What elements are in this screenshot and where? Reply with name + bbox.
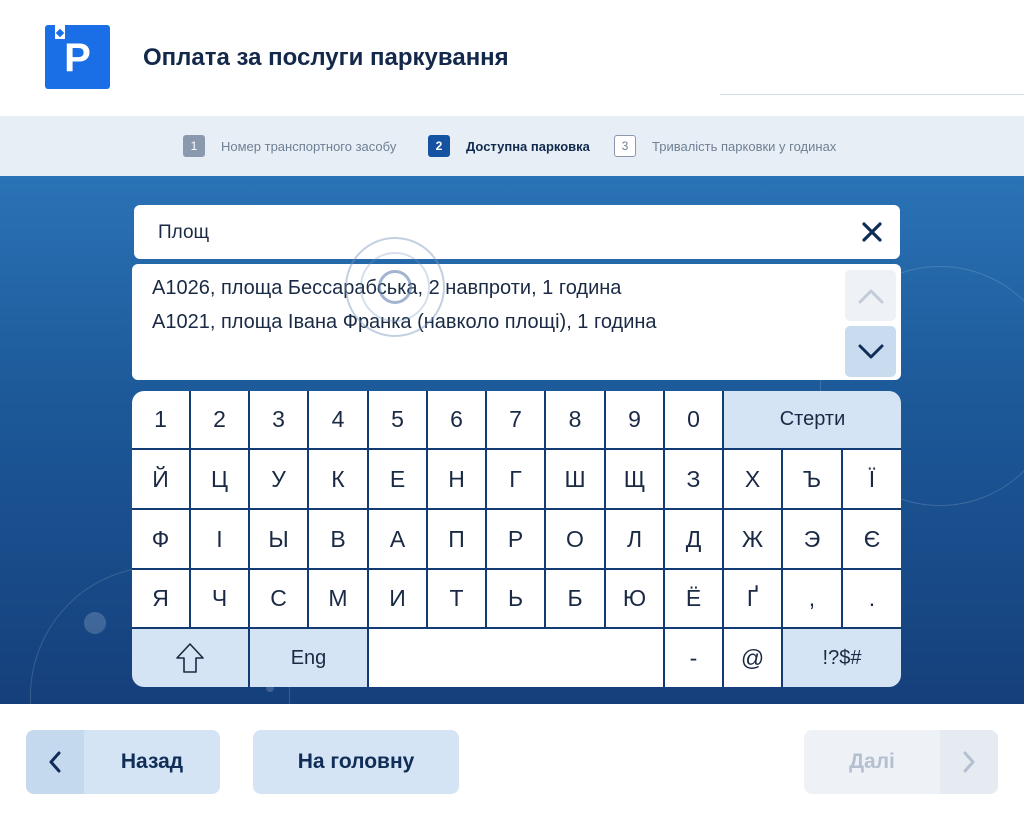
key-letter[interactable]: І [191,510,248,568]
key-letter[interactable]: Й [132,450,189,508]
back-label: Назад [120,750,184,773]
key-letter[interactable]: М [309,570,367,627]
key-letter[interactable]: Л [606,510,663,568]
key-letter[interactable]: Ц [191,450,248,508]
back-chevron [26,730,84,794]
space-key[interactable] [369,629,663,687]
key-letter[interactable]: П [428,510,485,568]
results-list: А1026, площа Бессарабська, 2 навпроти, 1… [132,237,901,380]
step-1: 1 Номер транспортного засобу [183,134,396,158]
key-letter[interactable]: К [309,450,367,508]
divider [720,94,1024,95]
key-letter[interactable]: Г [487,450,544,508]
key-letter[interactable]: Х [724,450,781,508]
close-icon-svg [862,222,882,242]
key-letter[interactable]: В [309,510,367,568]
key-0[interactable]: 0 [665,391,722,448]
key-letter[interactable]: И [369,570,426,627]
shift-icon [176,643,204,673]
key-letter[interactable]: О [546,510,604,568]
key-letter[interactable]: Е [369,450,426,508]
key-letter[interactable]: Э [783,510,841,568]
key-letter[interactable]: С [250,570,307,627]
step-progress: 1 Номер транспортного засобу 2 Доступна … [0,116,1024,176]
scroll-up-button[interactable] [845,270,896,321]
chevron-left-icon [49,751,61,773]
key-letter[interactable]: Б [546,570,604,627]
key-6[interactable]: 6 [428,391,485,448]
shift-key[interactable] [132,629,248,687]
key-letter[interactable]: Н [428,450,485,508]
step-3: 3 Тривалість парковки у годинах [614,134,836,158]
header: P Оплата за послуги паркування [0,0,1024,116]
logo-letter: P [64,36,91,80]
key-letter[interactable]: Ж [724,510,781,568]
key-letter[interactable]: Ч [191,570,248,627]
chevron-right-icon [963,751,975,773]
symbols-key[interactable]: !?$# [783,629,901,687]
language-key[interactable]: Eng [250,629,367,687]
back-button[interactable]: Назад [26,730,220,794]
key-letter[interactable]: Ы [250,510,307,568]
key-1[interactable]: 1 [132,391,189,448]
key-period[interactable]: . [843,570,901,627]
step-2-number: 2 [428,135,450,157]
key-letter[interactable]: Ґ [724,570,781,627]
touch-indicator [378,270,412,304]
chevron-up-icon [858,289,883,303]
on-screen-keyboard: 1 2 3 4 5 6 7 8 9 0 Стерти Й Ц У К Е Н Г… [132,391,901,687]
parking-logo: P [45,25,110,89]
key-letter[interactable]: Є [843,510,901,568]
step-2: 2 Доступна парковка [428,134,590,158]
step-3-number: 3 [614,135,636,157]
step-3-label: Тривалість парковки у годинах [652,138,837,154]
key-comma[interactable]: , [783,570,841,627]
key-letter[interactable]: У [250,450,307,508]
key-letter[interactable]: Щ [606,450,663,508]
search-value: Площ [158,222,210,243]
key-dash[interactable]: - [665,629,722,687]
key-letter[interactable]: Ё [665,570,722,627]
key-letter[interactable]: Д [665,510,722,568]
key-letter[interactable]: А [369,510,426,568]
key-9[interactable]: 9 [606,391,663,448]
scroll-down-button[interactable] [845,326,896,377]
key-letter[interactable]: Ь [487,570,544,627]
key-8[interactable]: 8 [546,391,604,448]
chevron-down-icon [858,344,883,358]
step-1-label: Номер транспортного засобу [221,138,397,154]
key-at[interactable]: @ [724,629,781,687]
decor-dot [84,612,106,634]
home-button[interactable]: На головну [253,730,459,794]
key-4[interactable]: 4 [309,391,367,448]
footer: Назад На головну Далі [0,704,1024,820]
key-letter[interactable]: Я [132,570,189,627]
key-5[interactable]: 5 [369,391,426,448]
key-2[interactable]: 2 [191,391,248,448]
next-chevron [940,730,998,794]
key-7[interactable]: 7 [487,391,544,448]
step-2-label: Доступна парковка [466,138,590,154]
key-letter[interactable]: З [665,450,722,508]
key-letter[interactable]: Ш [546,450,604,508]
page-title: Оплата за послуги паркування [143,44,509,71]
key-3[interactable]: 3 [250,391,307,448]
close-icon[interactable] [858,218,886,246]
step-1-number: 1 [183,135,205,157]
next-button[interactable]: Далі [804,730,998,794]
key-letter[interactable]: Ї [843,450,901,508]
search-input[interactable]: Площ [134,205,900,259]
key-letter[interactable]: Т [428,570,485,627]
key-letter[interactable]: Ъ [783,450,841,508]
key-letter[interactable]: Ф [132,510,189,568]
next-label: Далі [849,750,895,773]
key-letter[interactable]: Ю [606,570,663,627]
erase-key[interactable]: Стерти [724,391,901,448]
key-letter[interactable]: Р [487,510,544,568]
